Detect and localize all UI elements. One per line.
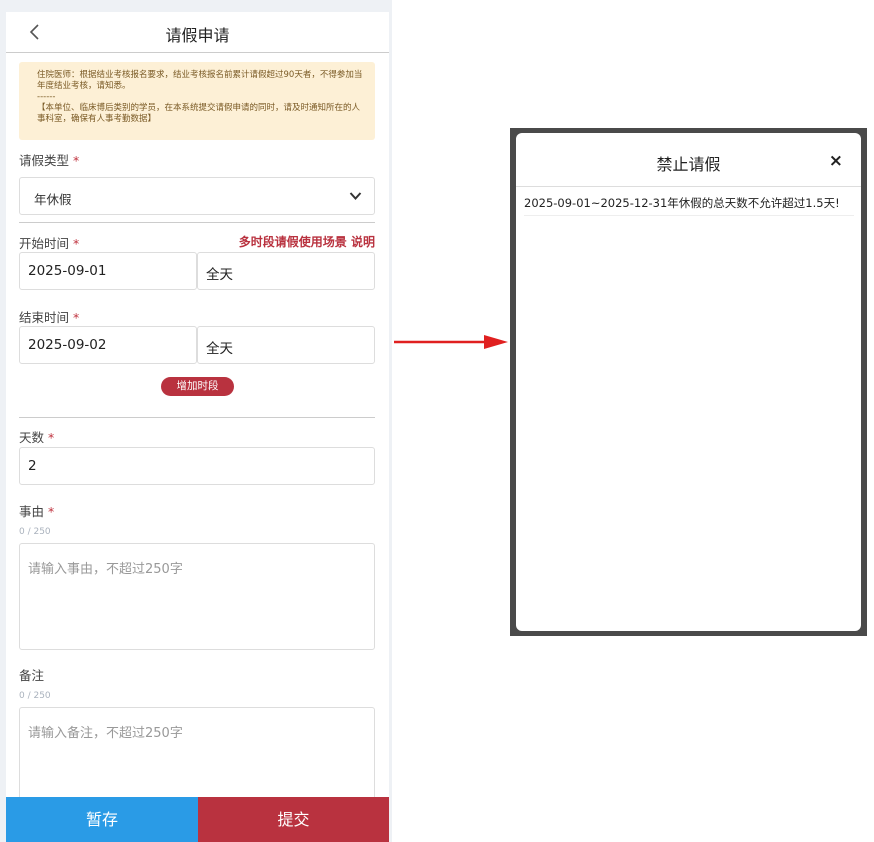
multi-period-link[interactable]: 多时段请假使用场景 [239,235,347,249]
phone-panel: 请假申请 住院医师：根据结业考核报名要求，结业考核报名前累计请假超过90天者，不… [0,0,392,842]
save-draft-button[interactable]: 暂存 [6,797,198,842]
chevron-down-icon [349,192,362,200]
reason-textarea[interactable]: 请输入事由，不超过250字 [19,543,375,650]
reason-counter: 0 / 250 [19,527,51,537]
dialog-divider [516,186,861,187]
start-date-field[interactable]: 2025-09-01 [19,252,197,290]
start-time-label-text: 开始时间 [19,236,70,251]
leave-type-value: 年休假 [34,192,72,207]
modal-overlay: 禁止请假 × 2025-09-01~2025-12-31年休假的总天数不允许超过… [510,128,867,636]
message-divider [524,215,854,216]
red-arrow-icon [394,335,508,349]
end-time-label: 结束时间 * [19,307,79,326]
dialog-message: 2025-09-01~2025-12-31年休假的总天数不允许超过1.5天! [524,196,840,210]
remark-textarea[interactable]: 请输入备注，不超过250字 [19,707,375,807]
required-mark: * [73,236,80,251]
required-mark: * [48,504,55,519]
days-input[interactable]: 2 [19,447,375,485]
required-mark: * [73,310,80,325]
leave-application-screen: 请假申请 住院医师：根据结业考核报名要求，结业考核报名前累计请假超过90天者，不… [6,12,389,842]
remark-label-text: 备注 [19,668,45,683]
leave-type-label-text: 请假类型 [19,153,70,168]
start-time-label: 开始时间 * [19,233,79,252]
page-title: 请假申请 [165,26,230,45]
end-period-field[interactable]: 全天 [197,326,375,364]
nav-bar: 请假申请 [6,12,389,53]
required-mark: * [48,430,55,445]
reason-label-text: 事由 [19,504,45,519]
multi-period-help: 多时段请假使用场景 说明 [239,233,375,250]
start-period-field[interactable]: 全天 [197,252,375,290]
dialog-title: 禁止请假 [656,155,721,174]
submit-button[interactable]: 提交 [198,797,389,842]
add-period-button[interactable]: 增加时段 [161,377,234,396]
days-label: 天数 * [19,427,54,446]
days-label-text: 天数 [19,430,45,445]
explain-link[interactable]: 说明 [351,235,375,249]
end-date-field[interactable]: 2025-09-02 [19,326,197,364]
notice-banner: 住院医师：根据结业考核报名要求，结业考核报名前累计请假超过90天者，不得参加当年… [19,62,375,140]
remark-label: 备注 [19,665,44,684]
divider [19,222,375,223]
close-icon[interactable]: × [829,151,843,171]
remark-counter: 0 / 250 [19,691,51,701]
reason-label: 事由 * [19,501,54,520]
required-mark: * [73,153,80,168]
leave-type-label: 请假类型 * [19,150,79,169]
end-time-label-text: 结束时间 [19,310,70,325]
divider [19,417,375,418]
forbidden-leave-dialog: 禁止请假 × 2025-09-01~2025-12-31年休假的总天数不允许超过… [516,133,861,631]
leave-type-select[interactable]: 年休假 [19,177,375,215]
